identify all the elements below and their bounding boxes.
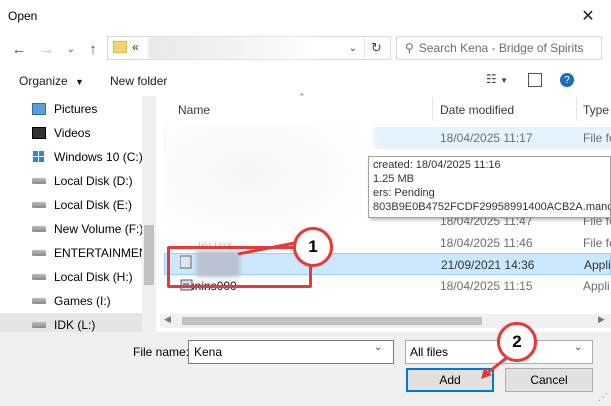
file-list-scroll-thumb[interactable] <box>182 317 482 325</box>
sort-ascending-icon: ⌃ <box>298 92 306 102</box>
arrow-up-icon: ↑ <box>89 40 97 58</box>
file-name-label: File name: <box>133 345 190 359</box>
sidebar-item-local-disk-e[interactable]: Local Disk (E:) <box>0 193 142 217</box>
column-header-date[interactable]: Date modified <box>440 103 514 117</box>
chevron-down-icon: ⌄ <box>574 342 583 353</box>
folder-icon <box>113 41 127 53</box>
file-info-tooltip: created: 18/04/2025 11:16 1.25 MB ers: P… <box>368 156 611 218</box>
file-type-value[interactable]: All files <box>410 345 448 359</box>
chevron-down-icon: ⌄ <box>348 42 358 54</box>
view-options-button[interactable]: ☷ ▼ <box>486 72 508 86</box>
drive-icon <box>32 202 46 208</box>
caret-down-icon: ▼ <box>75 77 84 87</box>
close-button[interactable]: ✕ <box>565 0 611 32</box>
window-title: Open <box>8 9 38 23</box>
view-list-icon: ☷ <box>486 72 497 86</box>
callout-badge-2: 2 <box>497 322 537 362</box>
callout-badge-1: 1 <box>293 227 333 267</box>
organize-button[interactable]: Organize ▼ <box>19 74 84 88</box>
back-button[interactable]: ← <box>8 38 30 60</box>
drive-icon <box>32 226 46 232</box>
title-bar <box>0 0 611 32</box>
sidebar-scroll-thumb[interactable] <box>144 225 154 285</box>
refresh-icon: ↻ <box>371 40 382 55</box>
drive-icon <box>32 322 46 328</box>
drive-icon <box>32 178 46 184</box>
address-dropdown-button[interactable]: ⌄ <box>344 37 362 59</box>
pictures-icon <box>32 103 46 115</box>
column-header-name[interactable]: Name <box>178 103 210 117</box>
file-type-dropdown[interactable]: ⌄ <box>574 342 582 353</box>
sidebar-item-games-i[interactable]: Games (I:) <box>0 289 142 313</box>
new-folder-button[interactable]: New folder <box>110 74 167 88</box>
chevron-down-icon: ⌄ <box>374 342 383 353</box>
resize-grip-icon[interactable]: ⋰ <box>598 392 608 403</box>
sidebar-item-videos[interactable]: Videos <box>0 121 142 145</box>
chevron-down-icon: ⌄ <box>66 43 76 55</box>
help-button[interactable]: ? <box>560 73 574 87</box>
sidebar-scrollbar[interactable] <box>142 96 156 332</box>
drive-icon <box>32 298 46 304</box>
sidebar-item-pictures[interactable]: Pictures <box>0 97 142 121</box>
column-header-type[interactable]: Type <box>583 103 609 117</box>
refresh-button[interactable]: ↻ <box>364 37 388 59</box>
arrow-left-icon: ← <box>11 40 27 58</box>
file-name-value[interactable]: Kena <box>194 345 222 359</box>
column-separator[interactable] <box>432 97 433 121</box>
sidebar-item-idk-l[interactable]: IDK (L:) <box>0 313 142 332</box>
drive-icon <box>32 250 46 256</box>
forward-button[interactable]: → <box>36 38 58 60</box>
preview-pane-button[interactable] <box>528 73 542 87</box>
windows-drive-icon <box>32 151 46 163</box>
search-placeholder[interactable]: ⚲ Search Kena - Bridge of Spirits <box>405 41 584 55</box>
sidebar-item-new-volume-f[interactable]: New Volume (F:) <box>0 217 143 241</box>
address-overflow-chevron[interactable]: « <box>132 40 139 54</box>
scroll-left-icon[interactable]: ◀ <box>164 314 171 325</box>
scroll-right-icon[interactable]: ▶ <box>598 314 605 325</box>
sidebar-item-entertainment[interactable]: ENTERTAINMENT <box>0 241 155 265</box>
sidebar-item-local-disk-d[interactable]: Local Disk (D:) <box>0 169 142 193</box>
sidebar-item-windows-c[interactable]: Windows 10 (C:) <box>0 145 143 169</box>
recent-locations-button[interactable]: ⌄ <box>60 38 82 60</box>
videos-icon <box>32 127 46 139</box>
search-icon: ⚲ <box>405 41 414 55</box>
navigation-pane: Pictures Videos Windows 10 (C:) Local Di… <box>0 96 156 332</box>
close-icon: ✕ <box>581 8 595 25</box>
file-name-dropdown[interactable]: ⌄ <box>374 342 382 353</box>
help-icon: ? <box>564 74 570 86</box>
address-path-redacted <box>148 37 316 59</box>
sidebar-item-local-disk-h[interactable]: Local Disk (H:) <box>0 265 142 289</box>
arrow-right-icon: → <box>39 40 55 58</box>
redacted-thumbnail <box>164 124 374 244</box>
up-button[interactable]: ↑ <box>82 38 104 60</box>
column-separator[interactable] <box>576 97 577 121</box>
drive-icon <box>32 274 46 280</box>
